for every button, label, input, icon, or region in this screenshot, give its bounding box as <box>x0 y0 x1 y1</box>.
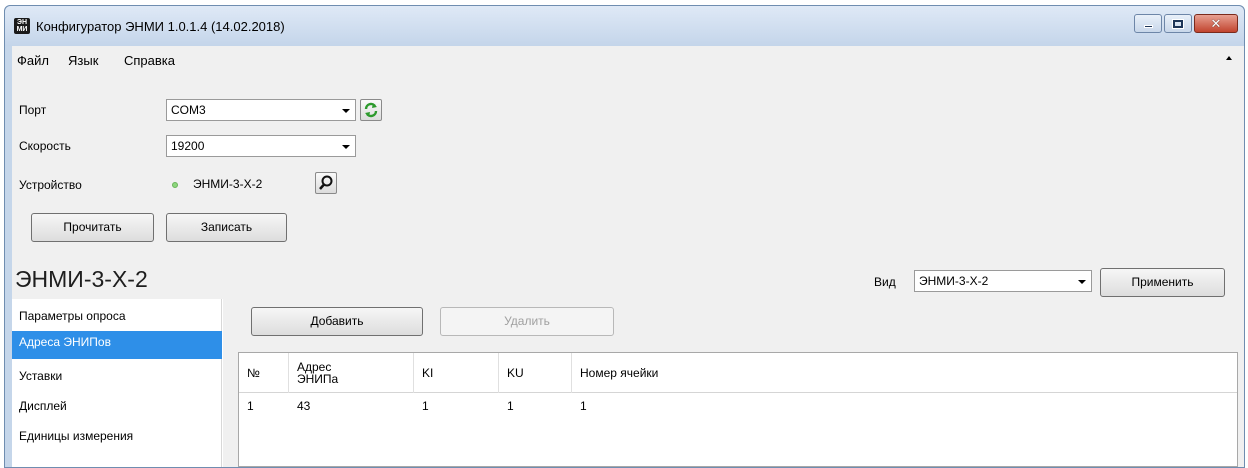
sidebar: Параметры опроса Адреса ЭНИПов Уставки Д… <box>12 299 222 467</box>
view-select-value: ЭНМИ-3-Х-2 <box>919 274 989 288</box>
content-area: Добавить Удалить № Адрес ЭНИПа KI KU Ном… <box>223 299 1244 467</box>
column-header-ku[interactable]: KU <box>499 353 572 393</box>
table-cell: 1 <box>422 399 429 413</box>
port-select[interactable]: COM3 <box>166 99 356 121</box>
main-window: ЭН МИ Конфигуратор ЭНМИ 1.0.1.4 (14.02.2… <box>4 5 1245 468</box>
minimize-button[interactable] <box>1134 14 1162 33</box>
minimize-icon <box>1143 25 1153 28</box>
title-bar[interactable]: ЭН МИ Конфигуратор ЭНМИ 1.0.1.4 (14.02.2… <box>5 6 1244 46</box>
sidebar-item-enip-addresses[interactable]: Адреса ЭНИПов <box>12 331 222 359</box>
port-select-value: COM3 <box>171 103 206 117</box>
search-device-button[interactable] <box>315 172 337 194</box>
close-button[interactable]: ✕ <box>1194 14 1238 33</box>
view-label: Вид <box>874 275 896 289</box>
device-title: ЭНМИ-3-Х-2 <box>15 266 148 292</box>
sidebar-item-poll-params[interactable]: Параметры опроса <box>12 301 222 331</box>
table-cell: 43 <box>297 399 311 413</box>
device-header: ЭНМИ-3-Х-2 Вид ЭНМИ-3-Х-2 Применить <box>12 247 1244 299</box>
window-title: Конфигуратор ЭНМИ 1.0.1.4 (14.02.2018) <box>36 19 285 34</box>
menu-language[interactable]: Язык <box>68 53 98 68</box>
device-status-indicator <box>172 182 178 188</box>
table-cell: 1 <box>580 399 587 413</box>
port-label: Порт <box>19 103 47 117</box>
chevron-down-icon <box>342 145 350 149</box>
collapse-ribbon-icon[interactable] <box>1226 56 1232 60</box>
apply-button[interactable]: Применить <box>1100 268 1225 297</box>
device-panel: ЭНМИ-3-Х-2 Вид ЭНМИ-3-Х-2 Применить Пара… <box>12 247 1244 467</box>
maximize-icon <box>1172 18 1184 29</box>
column-header-cell-number[interactable]: Номер ячейки <box>572 353 872 393</box>
column-header-ki[interactable]: KI <box>414 353 499 393</box>
refresh-ports-button[interactable] <box>360 99 382 121</box>
write-button[interactable]: Записать <box>166 213 287 242</box>
device-label: Устройство <box>19 178 82 192</box>
view-select[interactable]: ЭНМИ-3-Х-2 <box>914 270 1092 292</box>
close-icon: ✕ <box>1210 15 1222 31</box>
speed-select-value: 19200 <box>171 139 205 153</box>
magnifier-icon <box>319 175 333 190</box>
column-header-address[interactable]: Адрес ЭНИПа <box>289 353 414 393</box>
refresh-icon <box>364 102 378 118</box>
add-button[interactable]: Добавить <box>251 307 423 336</box>
speed-select[interactable]: 19200 <box>166 135 356 157</box>
table-header: № Адрес ЭНИПа KI KU Номер ячейки <box>239 353 1237 393</box>
table-cell: 1 <box>507 399 514 413</box>
device-name: ЭНМИ-3-Х-2 <box>193 177 263 191</box>
column-header-number[interactable]: № <box>239 353 289 393</box>
menu-help[interactable]: Справка <box>124 53 175 68</box>
client-area: Файл Язык Справка Порт COM3 Скорость 192… <box>12 46 1244 467</box>
app-icon: ЭН МИ <box>14 18 30 34</box>
chevron-down-icon <box>342 109 350 113</box>
table-cell: 1 <box>247 399 254 413</box>
menu-bar: Файл Язык Справка <box>12 46 1244 72</box>
enip-address-table[interactable]: № Адрес ЭНИПа KI KU Номер ячейки 1 43 1 … <box>238 352 1238 467</box>
menu-file[interactable]: Файл <box>17 53 49 68</box>
read-button[interactable]: Прочитать <box>31 213 154 242</box>
chevron-down-icon <box>1078 280 1086 284</box>
sidebar-item-settings[interactable]: Уставки <box>12 361 222 391</box>
sidebar-item-display[interactable]: Дисплей <box>12 391 222 421</box>
maximize-button[interactable] <box>1164 14 1192 33</box>
delete-button[interactable]: Удалить <box>440 307 614 336</box>
sidebar-item-units[interactable]: Единицы измерения <box>12 421 222 451</box>
speed-label: Скорость <box>19 139 71 153</box>
column-header-address-text: Адрес ЭНИПа <box>297 360 339 386</box>
